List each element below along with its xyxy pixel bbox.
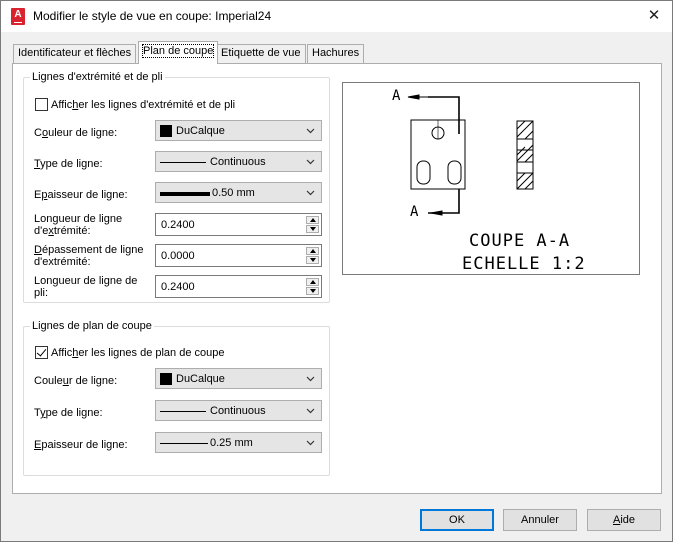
help-button[interactable]: Aide <box>587 509 661 531</box>
end-line-weight-label: Epaisseur de ligne: <box>34 189 128 201</box>
overshoot-spinner[interactable]: 0.0000 <box>155 244 322 267</box>
arrow-up-icon <box>310 218 316 222</box>
tab-label: Identificateur et flèches <box>18 47 132 59</box>
tab-label: Etiquette de vue <box>221 47 301 59</box>
color-swatch <box>160 125 172 137</box>
show-cutting-plane-lines-checkbox[interactable] <box>35 346 48 359</box>
linetype-sample <box>160 162 206 163</box>
chevron-down-icon <box>306 408 315 414</box>
tab-view-label[interactable]: Etiquette de vue <box>216 44 306 63</box>
cut-label-top: A <box>392 88 401 104</box>
window-title: Modifier le style de vue en coupe: Imper… <box>33 9 272 23</box>
preview-caption-scale: ECHELLE 1:2 <box>462 254 586 274</box>
spin-down-button[interactable] <box>306 225 319 233</box>
tab-cutting-plane[interactable]: Plan de coupe <box>138 41 219 64</box>
spin-up-button[interactable] <box>306 216 319 224</box>
arrow-up-icon <box>310 249 316 253</box>
end-line-weight-dropdown[interactable]: 0.50 mm <box>155 182 322 203</box>
title-bar: A Modifier le style de vue en coupe: Imp… <box>1 1 672 32</box>
tab-label: Plan de coupe <box>141 44 215 58</box>
spin-down-button[interactable] <box>306 287 319 295</box>
end-line-type-dropdown[interactable]: Continuous <box>155 151 322 172</box>
arrow-down-icon <box>310 258 316 262</box>
end-bend-lines-group: Lignes d'extrémité et de pli Afficher le… <box>23 71 330 303</box>
arrow-up-icon <box>310 280 316 284</box>
chevron-down-icon <box>306 159 315 165</box>
show-cutting-plane-lines-label[interactable]: Afficher les lignes de plan de coupe <box>51 347 225 359</box>
tab-label: Hachures <box>312 47 360 59</box>
chevron-down-icon <box>306 376 315 382</box>
plane-line-type-label: Type de ligne: <box>34 407 103 419</box>
spin-down-button[interactable] <box>306 256 319 264</box>
ok-button[interactable]: OK <box>420 509 494 531</box>
tab-identifier-arrows[interactable]: Identificateur et flèches <box>13 44 137 63</box>
dropdown-value: 0.50 mm <box>212 187 255 199</box>
chevron-down-icon <box>306 128 315 134</box>
arrow-down-icon <box>310 227 316 231</box>
spinner-value[interactable]: 0.2400 <box>161 219 195 231</box>
chevron-down-icon <box>306 440 315 446</box>
close-icon[interactable]: ✕ <box>642 5 666 27</box>
chevron-down-icon <box>306 190 315 196</box>
bend-line-length-label: Longueur de ligne de pli: <box>34 275 138 299</box>
tab-hatch[interactable]: Hachures <box>307 44 365 63</box>
tab-panel-cutting-plane: Lignes d'extrémité et de pli Afficher le… <box>12 63 662 494</box>
cancel-button[interactable]: Annuler <box>503 509 577 531</box>
cut-label-bottom: A <box>410 204 419 220</box>
section-view-preview: A A COUPE A-A ECHELLE 1:2 <box>342 82 640 275</box>
end-line-color-dropdown[interactable]: DuCalque <box>155 120 322 141</box>
group-title: Lignes de plan de coupe <box>30 320 154 332</box>
dialog-window: A Modifier le style de vue en coupe: Imp… <box>0 0 673 542</box>
color-swatch <box>160 373 172 385</box>
spin-up-button[interactable] <box>306 278 319 286</box>
cutting-plane-lines-group: Lignes de plan de coupe Afficher les lig… <box>23 320 330 476</box>
plane-line-type-dropdown[interactable]: Continuous <box>155 400 322 421</box>
dropdown-value: Continuous <box>210 405 266 417</box>
lineweight-sample <box>160 192 210 196</box>
show-end-bend-lines-checkbox[interactable] <box>35 98 48 111</box>
spinner-value[interactable]: 0.2400 <box>161 281 195 293</box>
linetype-sample <box>160 411 206 412</box>
arrow-down-icon <box>310 289 316 293</box>
bend-line-length-spinner[interactable]: 0.2400 <box>155 275 322 298</box>
end-line-length-label: Longueur de ligne d'extrémité: <box>34 213 123 237</box>
plane-line-color-label: Couleur de ligne: <box>34 375 118 387</box>
spin-up-button[interactable] <box>306 247 319 255</box>
overshoot-label: Dépassement de ligne d'extrémité: <box>34 244 144 268</box>
plane-line-weight-label: Epaisseur de ligne: <box>34 439 128 451</box>
end-line-length-spinner[interactable]: 0.2400 <box>155 213 322 236</box>
end-line-color-label: Couleur de ligne: <box>34 127 118 139</box>
dropdown-value: Continuous <box>210 156 266 168</box>
dropdown-value: DuCalque <box>176 373 225 385</box>
spinner-value[interactable]: 0.0000 <box>161 250 195 262</box>
plane-line-weight-dropdown[interactable]: 0.25 mm <box>155 432 322 453</box>
dropdown-value: DuCalque <box>176 125 225 137</box>
plane-line-color-dropdown[interactable]: DuCalque <box>155 368 322 389</box>
lineweight-sample <box>160 443 208 444</box>
app-icon-letter: A <box>14 9 22 20</box>
autocad-app-icon: A <box>11 8 25 25</box>
end-line-type-label: Type de ligne: <box>34 158 103 170</box>
preview-caption-title: COUPE A-A <box>469 231 571 251</box>
show-end-bend-lines-label[interactable]: Afficher les lignes d'extrémité et de pl… <box>51 99 235 111</box>
group-title: Lignes d'extrémité et de pli <box>30 71 165 83</box>
dropdown-value: 0.25 mm <box>210 437 253 449</box>
